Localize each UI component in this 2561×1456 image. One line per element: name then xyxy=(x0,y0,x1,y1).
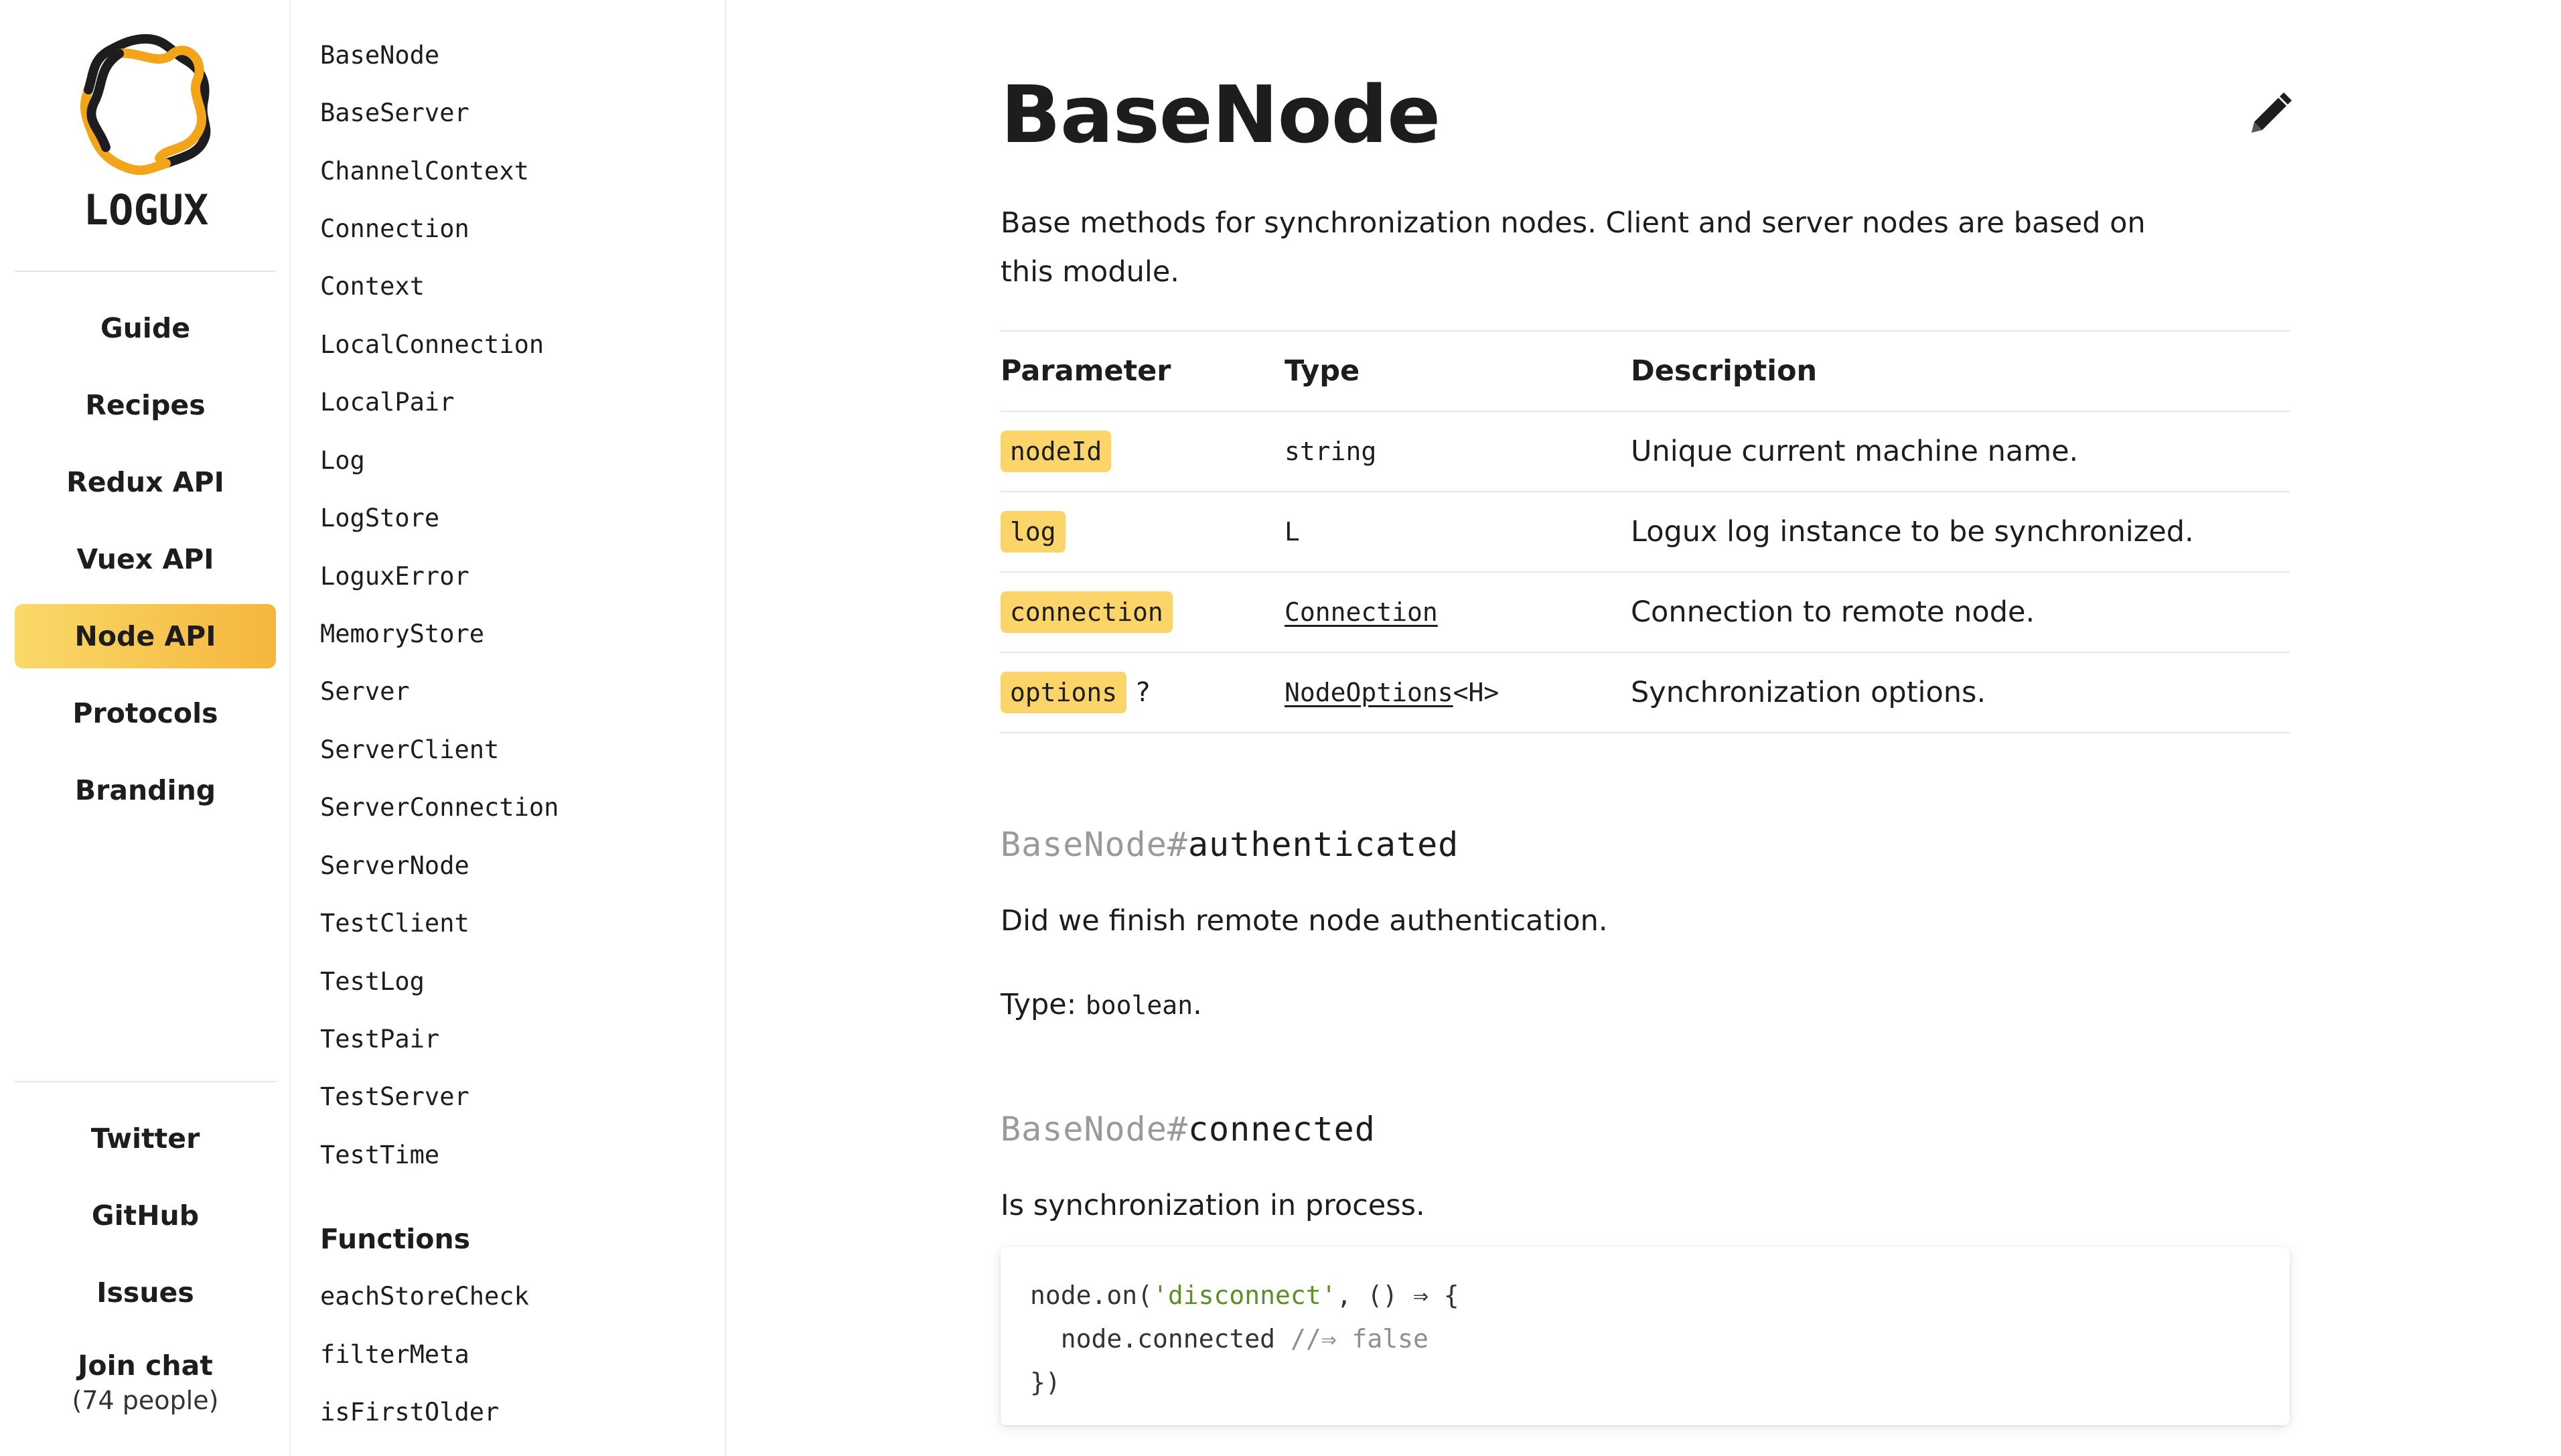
sidebar-item-logstore[interactable]: LogStore xyxy=(320,506,439,530)
nav-redux-api[interactable]: Redux API xyxy=(15,450,276,514)
nav-recipes[interactable]: Recipes xyxy=(15,373,276,437)
code-example: node.on('disconnect', () ⇒ { node.connec… xyxy=(1001,1247,2290,1425)
code-comment: //⇒ false xyxy=(1290,1324,1429,1354)
member-name: connected xyxy=(1187,1110,1376,1149)
param-description: Synchronization options. xyxy=(1631,652,2290,733)
member-description: Did we finish remote node authentication… xyxy=(1001,904,1608,938)
param-description: Logux log instance to be synchronized. xyxy=(1631,492,2290,573)
logo-wordmark: LOGUX xyxy=(84,186,209,234)
param-type: L xyxy=(1285,492,1631,573)
sidebar-item-testclient[interactable]: TestClient xyxy=(320,911,469,936)
rail-divider xyxy=(15,1081,276,1082)
sidebar-item-memorystore[interactable]: MemoryStore xyxy=(320,622,484,646)
table-row: options? NodeOptions<H> Synchronization … xyxy=(1001,652,2290,733)
page-title: BaseNode xyxy=(1001,68,1441,161)
nav-vuex-api[interactable]: Vuex API xyxy=(15,527,276,591)
logux-logo[interactable]: LOGUX xyxy=(79,33,213,234)
member-class-prefix: BaseNode# xyxy=(1001,1110,1188,1149)
member-heading-authenticated[interactable]: BaseNode#authenticated xyxy=(1001,825,1459,864)
member-class-prefix: BaseNode# xyxy=(1001,825,1188,864)
member-description: Is synchronization in process. xyxy=(1001,1189,1425,1222)
api-sidebar: BaseNode BaseServer ChannelContext Conne… xyxy=(291,0,726,1456)
main-nav-rail: LOGUX Guide Recipes Redux API Vuex API N… xyxy=(0,0,291,1456)
logo-icon: LOGUX xyxy=(80,34,211,234)
sidebar-item-context[interactable]: Context xyxy=(320,274,425,299)
link-issues[interactable]: Issues xyxy=(15,1260,276,1325)
member-type-end: . xyxy=(1193,988,1202,1021)
sidebar-item-basenode[interactable]: BaseNode xyxy=(320,43,439,68)
param-description: Unique current machine name. xyxy=(1631,411,2290,492)
sidebar-item-server[interactable]: Server xyxy=(320,679,410,704)
sidebar-item-localconnection[interactable]: LocalConnection xyxy=(320,332,544,357)
sidebar-item-servernode[interactable]: ServerNode xyxy=(320,853,469,878)
sidebar-item-testtime[interactable]: TestTime xyxy=(320,1143,439,1167)
join-chat-link[interactable]: Join chat (74 people) xyxy=(15,1350,276,1415)
sidebar-item-filtermeta[interactable]: filterMeta xyxy=(320,1342,469,1367)
optional-marker: ? xyxy=(1136,677,1151,708)
col-header-parameter: Parameter xyxy=(1001,330,1285,412)
sidebar-item-serverconnection[interactable]: ServerConnection xyxy=(320,795,559,820)
sidebar-heading-functions: Functions xyxy=(320,1223,471,1255)
link-github[interactable]: GitHub xyxy=(15,1183,276,1248)
table-row: log L Logux log instance to be synchroni… xyxy=(1001,492,2290,573)
sidebar-item-isfirstolder[interactable]: isFirstOlder xyxy=(320,1400,499,1425)
nav-branding[interactable]: Branding xyxy=(15,758,276,822)
table-row: connection Connection Connection to remo… xyxy=(1001,572,2290,653)
sidebar-item-testserver[interactable]: TestServer xyxy=(320,1084,469,1109)
nav-guide[interactable]: Guide xyxy=(15,296,276,360)
nav-protocols[interactable]: Protocols xyxy=(15,681,276,745)
param-type: string xyxy=(1285,411,1631,492)
main-content: BaseNode Base methods for synchronizatio… xyxy=(726,0,2561,1456)
code-string: 'disconnect' xyxy=(1153,1281,1337,1310)
code-line: node.on('disconnect', () ⇒ { xyxy=(1030,1281,1459,1310)
member-heading-connected[interactable]: BaseNode#connected xyxy=(1001,1110,1376,1149)
sidebar-item-channelcontext[interactable]: ChannelContext xyxy=(320,159,529,184)
table-row: nodeId string Unique current machine nam… xyxy=(1001,411,2290,492)
code-line: }) xyxy=(1030,1368,1061,1397)
sidebar-item-loguxerror[interactable]: LoguxError xyxy=(320,564,469,589)
col-header-description: Description xyxy=(1631,330,2290,412)
parameters-table: Parameter Type Description nodeId string… xyxy=(1001,330,2290,733)
param-name: options xyxy=(1001,672,1127,713)
type-link-nodeoptions[interactable]: NodeOptions xyxy=(1285,678,1453,707)
sidebar-item-connection[interactable]: Connection xyxy=(320,216,469,241)
member-name: authenticated xyxy=(1187,825,1459,864)
code-line: node.connected //⇒ false xyxy=(1030,1324,1429,1354)
rail-divider xyxy=(15,271,276,272)
sidebar-item-localpair[interactable]: LocalPair xyxy=(320,390,454,415)
param-name: log xyxy=(1001,511,1066,553)
member-type-label: Type: xyxy=(1001,988,1086,1021)
sidebar-item-log[interactable]: Log xyxy=(320,448,365,473)
nav-node-api[interactable]: Node API xyxy=(15,604,276,668)
member-type-value: boolean xyxy=(1085,991,1193,1020)
type-link-connection[interactable]: Connection xyxy=(1285,597,1438,627)
param-description: Connection to remote node. xyxy=(1631,572,2290,653)
page-description: Base methods for synchronization nodes. … xyxy=(1001,206,2146,289)
table-header-row: Parameter Type Description xyxy=(1001,330,2290,412)
col-header-type: Type xyxy=(1285,330,1631,412)
join-chat-count: (74 people) xyxy=(72,1386,219,1415)
sidebar-item-serverclient[interactable]: ServerClient xyxy=(320,737,499,762)
member-type-line: Type: boolean. xyxy=(1001,988,1202,1021)
sidebar-item-testpair[interactable]: TestPair xyxy=(320,1027,439,1051)
param-name: nodeId xyxy=(1001,431,1112,472)
sidebar-item-eachstorecheck[interactable]: eachStoreCheck xyxy=(320,1284,529,1309)
join-chat-title: Join chat xyxy=(78,1350,213,1382)
sidebar-item-baseserver[interactable]: BaseServer xyxy=(320,100,469,125)
sidebar-item-testlog[interactable]: TestLog xyxy=(320,969,425,994)
param-name: connection xyxy=(1001,591,1173,633)
pencil-icon[interactable] xyxy=(2246,91,2293,138)
link-twitter[interactable]: Twitter xyxy=(15,1106,276,1171)
type-generic-suffix: <H> xyxy=(1453,678,1499,707)
